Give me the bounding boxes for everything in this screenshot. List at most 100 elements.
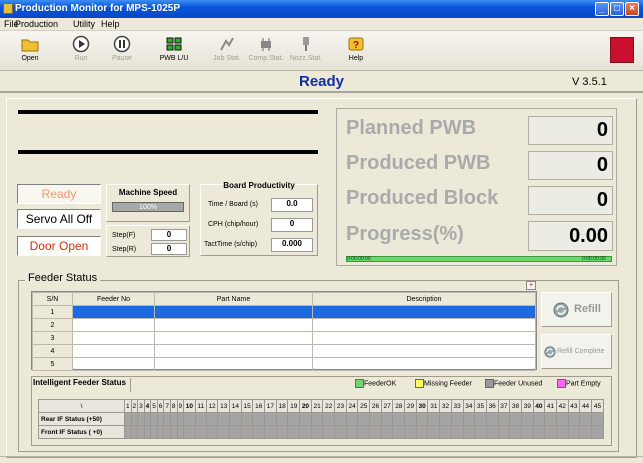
grid-cell	[183, 425, 196, 439]
grid-col-header: 44	[579, 399, 592, 413]
produced-pwb-value: 0	[528, 151, 613, 180]
feeder-row[interactable]: 5	[32, 357, 536, 371]
menu-production[interactable]: Production	[15, 19, 58, 29]
refill-complete-button[interactable]: Refill Complete	[541, 334, 612, 369]
step-box: Step(F) 0 Step(R) 0	[106, 225, 190, 257]
progress-line-bottom	[18, 150, 318, 154]
part-name-cell[interactable]	[154, 331, 313, 345]
description-cell[interactable]	[312, 331, 536, 345]
open-button[interactable]: Open	[7, 33, 53, 69]
menu-help[interactable]: Help	[101, 19, 120, 29]
maximize-icon[interactable]: □	[610, 2, 624, 16]
part-name-cell[interactable]	[154, 344, 313, 358]
grid-col-header: 21	[310, 399, 324, 413]
feeder-no-cell[interactable]	[72, 318, 155, 332]
grid-cell	[194, 412, 207, 426]
pwb-lu-button[interactable]: PWB L/U	[151, 33, 197, 69]
feeder-row[interactable]: 1	[32, 305, 536, 319]
description-cell[interactable]	[312, 305, 536, 319]
grid-cell	[322, 412, 336, 426]
grid-col-header: 29	[404, 399, 417, 413]
grid-cell	[287, 425, 301, 439]
grid-cell	[485, 425, 499, 439]
legend-label: Missing Feeder	[424, 380, 472, 388]
minimize-icon[interactable]: _	[595, 2, 609, 16]
grid-cell	[322, 425, 336, 439]
grid-cell	[194, 425, 207, 439]
status-strip	[0, 456, 643, 463]
progress-value: 0.00	[528, 221, 613, 251]
feeder-no-cell[interactable]	[72, 344, 155, 358]
menu-utility[interactable]: Utility	[73, 19, 95, 29]
feeder-row[interactable]: 2	[32, 318, 536, 332]
grid-col-header: 10	[183, 399, 196, 413]
grid-cell	[205, 425, 219, 439]
nozz-stat-button[interactable]: Nozz.Stat.	[283, 33, 329, 69]
grid-cell	[369, 412, 382, 426]
grid-cell	[264, 412, 277, 426]
grid-col-header: 28	[392, 399, 406, 413]
grid-cell	[415, 412, 429, 426]
grid-cell	[427, 425, 441, 439]
grid-col-header: 34	[462, 399, 476, 413]
part-name-cell[interactable]	[154, 357, 313, 371]
grid-cell	[310, 425, 324, 439]
grid-cell	[287, 412, 301, 426]
time-board-label: Time / Board (s)	[208, 201, 258, 208]
grid-cell	[334, 412, 347, 426]
feeder-row-sn: 1	[32, 305, 73, 319]
grid-cell	[334, 425, 347, 439]
grid-col-header: 13	[217, 399, 231, 413]
part-name-cell[interactable]	[154, 305, 313, 319]
tact-value: 0.000	[271, 238, 313, 252]
grid-cell	[439, 425, 452, 439]
grid-cell	[252, 425, 266, 439]
feeder-row[interactable]: 3	[32, 331, 536, 345]
close-icon[interactable]: ×	[625, 2, 639, 16]
legend-item: FeederOK	[355, 379, 396, 389]
servo-indicator: Servo All Off	[17, 209, 101, 229]
grid-cell	[579, 412, 592, 426]
feeder-table-scroll-button[interactable]: +	[526, 281, 536, 290]
help-button[interactable]: ? Help	[333, 33, 379, 69]
toolbar: Open Run Pause PWB L/U Job Stat. Comp.St…	[0, 31, 643, 71]
part-name-cell[interactable]	[154, 318, 313, 332]
grid-col-header: 41	[544, 399, 557, 413]
svg-text:?: ?	[353, 40, 359, 51]
grid-cell	[392, 425, 406, 439]
produced-block-value: 0	[528, 186, 613, 215]
intelligent-feeder-title: Intelligent Feeder Status	[33, 378, 131, 392]
col-sn: S/N	[32, 292, 73, 306]
menu-bar: File Production Utility Help	[0, 18, 643, 31]
grid-col-header: 26	[369, 399, 382, 413]
feeder-no-cell[interactable]	[72, 331, 155, 345]
description-cell[interactable]	[312, 357, 536, 371]
grid-col-header: 23	[334, 399, 347, 413]
feeder-row[interactable]: 4	[32, 344, 536, 358]
grid-cell	[345, 412, 359, 426]
feeder-row-sn: 2	[32, 318, 73, 332]
front-if-label: Front IF Status ( +0)	[38, 425, 125, 439]
pause-button[interactable]: Pause	[99, 33, 145, 69]
brand-logo	[610, 37, 634, 63]
description-cell[interactable]	[312, 318, 536, 332]
grid-col-header: 39	[520, 399, 534, 413]
legend-swatch	[355, 379, 364, 389]
grid-col-header: 19	[287, 399, 301, 413]
grid-col-header: 15	[240, 399, 254, 413]
title-bar: Production Monitor for MPS-1025P _ □ ×	[0, 0, 643, 18]
refill-complete-label: Refill Complete	[557, 348, 605, 355]
grid-cell	[579, 425, 592, 439]
grid-cell	[509, 412, 522, 426]
legend-item: Missing Feeder	[415, 379, 472, 389]
run-button[interactable]: Run	[58, 33, 104, 69]
col-description: Description	[312, 292, 536, 306]
grid-cell	[427, 412, 441, 426]
refill-button[interactable]: Refill	[541, 292, 612, 327]
grid-col-header: 35	[474, 399, 487, 413]
feeder-no-cell[interactable]	[72, 305, 155, 319]
refill-icon	[553, 302, 569, 318]
description-cell[interactable]	[312, 344, 536, 358]
feeder-no-cell[interactable]	[72, 357, 155, 371]
grid-col-header: 30	[415, 399, 429, 413]
